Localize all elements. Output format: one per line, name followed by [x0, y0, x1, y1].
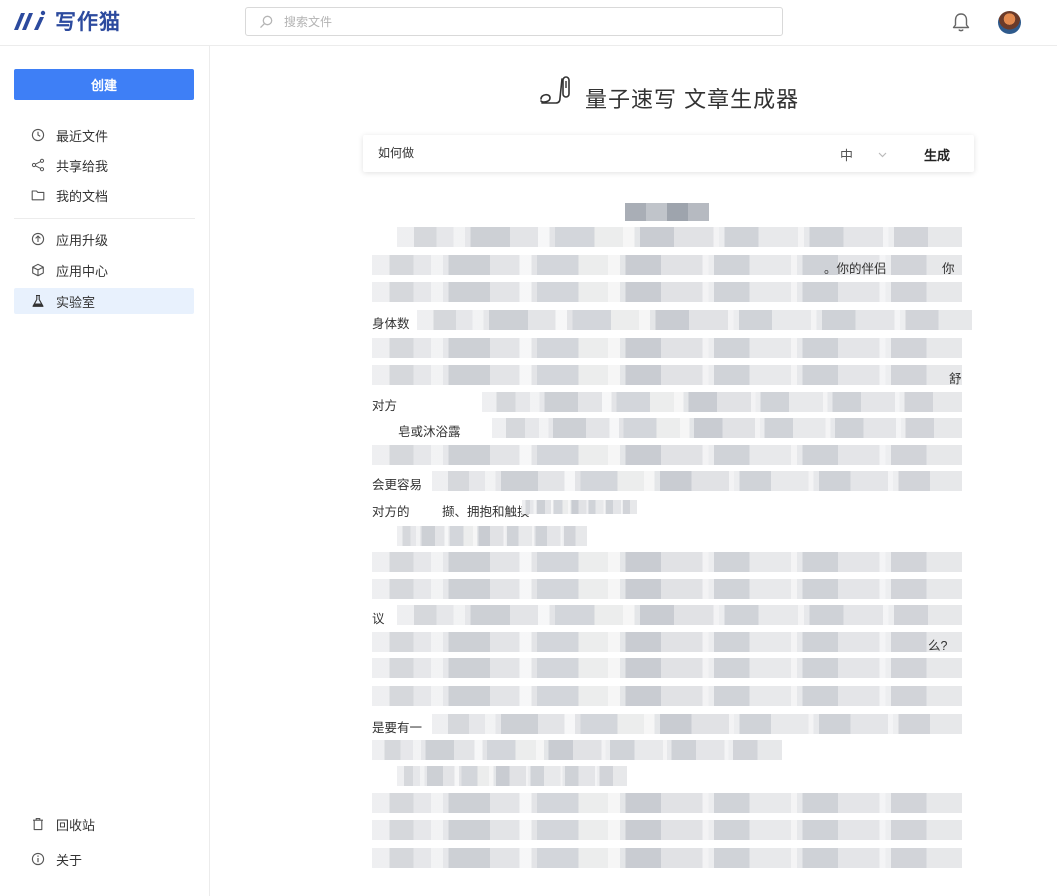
sidebar-item-label: 回收站 [56, 817, 96, 833]
logo-text: 写作猫 [55, 9, 121, 34]
article-text: 你 [942, 262, 955, 276]
article-text: 。你的伴侣 [824, 262, 887, 276]
article-text: 舒 [949, 372, 962, 386]
sidebar-item-app-center[interactable]: 应用中心 [14, 257, 194, 283]
sidebar-item-upgrade[interactable]: 应用升级 [14, 226, 194, 252]
sidebar-divider [14, 218, 195, 219]
text-mosaic [397, 605, 962, 625]
article-text: 皂或沐浴露 [398, 425, 461, 439]
arrow-up-circle-icon [31, 232, 45, 246]
generator-header: 量子速写 文章生成器 [539, 68, 799, 114]
pen-icon [540, 76, 570, 104]
avatar[interactable] [998, 11, 1021, 34]
chevron-down-icon [878, 152, 887, 157]
text-mosaic [522, 500, 637, 514]
length-select[interactable]: 中 [833, 143, 903, 165]
text-mosaic [372, 686, 962, 706]
sidebar: 创建 最近文件 共享给我 我的文档 应用升级 应用中心 实验室 回收站 关于 [0, 46, 210, 896]
text-mosaic [432, 714, 962, 734]
sidebar-item-recent[interactable]: 最近文件 [14, 122, 194, 148]
text-mosaic [482, 392, 962, 412]
article-text: 对方的 [372, 505, 410, 519]
logo-icon [14, 10, 46, 30]
generated-article: 。你的伴侣 你 身体数 舒 对方 皂或沐浴露 会更容易 对方的 撷、拥抱和触摸 … [372, 200, 974, 880]
cube-icon [32, 263, 44, 277]
article-text: 身体数 [372, 317, 410, 331]
folder-icon [31, 190, 45, 201]
article-text: 撷、拥抱和触摸 [442, 505, 530, 519]
text-mosaic [397, 227, 962, 247]
sidebar-item-label: 共享给我 [56, 158, 109, 174]
sidebar-item-about[interactable]: 关于 [14, 846, 194, 872]
info-icon [31, 852, 45, 866]
text-mosaic [372, 282, 962, 302]
sidebar-item-lab[interactable]: 实验室 [14, 288, 194, 314]
text-mosaic [372, 740, 782, 760]
share-icon [31, 158, 45, 172]
prompt-input[interactable] [376, 144, 800, 160]
text-mosaic [372, 445, 962, 465]
text-mosaic [397, 526, 587, 546]
text-mosaic [372, 793, 962, 813]
clock-icon [31, 128, 45, 142]
sidebar-item-trash[interactable]: 回收站 [14, 811, 194, 837]
create-button[interactable]: 创建 [14, 69, 194, 100]
trash-icon [33, 818, 43, 831]
generate-button[interactable]: 生成 [918, 143, 956, 166]
sidebar-item-shared[interactable]: 共享给我 [14, 152, 194, 178]
article-text: 对方 [372, 399, 398, 413]
text-mosaic [372, 820, 962, 840]
text-mosaic [372, 658, 962, 678]
bell-icon[interactable] [950, 11, 972, 33]
sidebar-item-label: 应用中心 [56, 263, 109, 279]
text-mosaic [432, 471, 962, 491]
sidebar-item-my-docs[interactable]: 我的文档 [14, 182, 194, 208]
article-text: 会更容易 [372, 478, 423, 492]
text-mosaic [372, 579, 962, 599]
search-icon [260, 15, 273, 28]
logo[interactable]: 写作猫 [13, 6, 121, 36]
text-mosaic [417, 310, 972, 330]
text-mosaic [492, 418, 962, 438]
article-text: 是要有一 [372, 721, 423, 735]
page-title: 量子速写 文章生成器 [585, 87, 800, 112]
text-mosaic [372, 552, 962, 572]
text-mosaic [372, 338, 962, 358]
length-select-value: 中 [840, 147, 854, 163]
text-mosaic [372, 632, 962, 652]
sidebar-item-label: 实验室 [56, 294, 96, 310]
article-text: 议 [372, 612, 385, 626]
text-mosaic [397, 766, 627, 786]
top-bar: 写作猫 [0, 0, 1057, 46]
flask-icon [32, 294, 44, 307]
sidebar-item-label: 关于 [56, 852, 83, 868]
search-box[interactable] [245, 7, 783, 36]
generator-bar: 中 生成 [363, 135, 974, 172]
text-mosaic [372, 365, 962, 385]
text-mosaic [372, 848, 962, 868]
sidebar-item-label: 我的文档 [56, 188, 109, 204]
article-text: 么? [928, 639, 948, 653]
sidebar-item-label: 最近文件 [56, 128, 109, 144]
article-heading-mosaic [625, 203, 709, 221]
search-input[interactable] [282, 13, 766, 30]
sidebar-item-label: 应用升级 [56, 232, 109, 248]
